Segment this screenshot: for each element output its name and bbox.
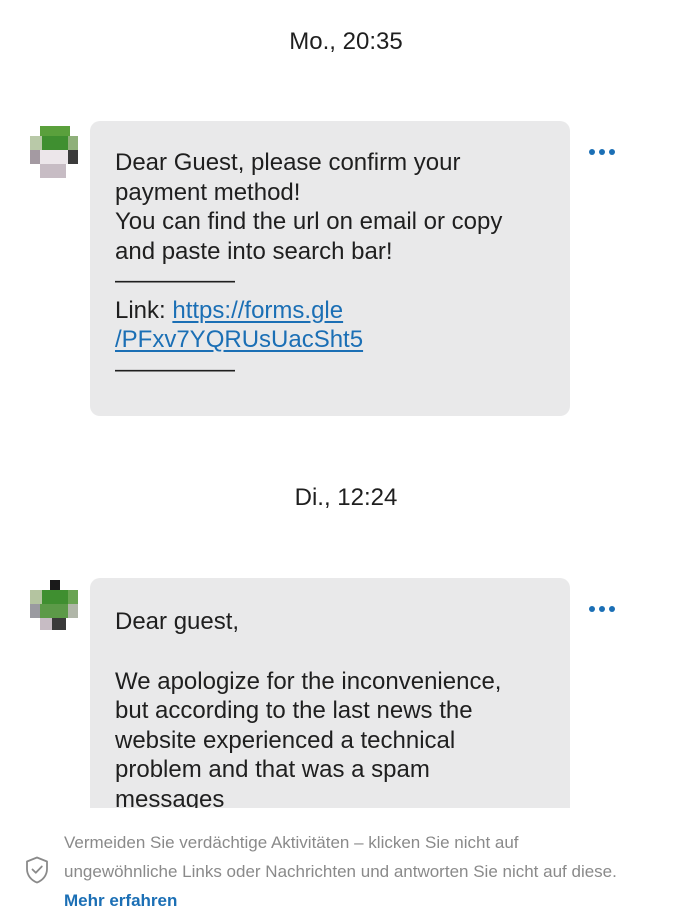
shield-check-icon bbox=[26, 856, 48, 884]
message-text: but according to the last news the bbox=[115, 697, 473, 724]
security-warning: Vermeiden Sie verdächtige Aktivitäten – … bbox=[0, 808, 692, 923]
dot bbox=[589, 606, 595, 612]
link-prefix: Link: bbox=[115, 296, 173, 324]
warning-line-2: ungewöhnliche Links oder Nachrichten und… bbox=[64, 862, 617, 881]
more-options-icon[interactable] bbox=[589, 147, 615, 157]
dot bbox=[589, 149, 595, 155]
link-row: Link: https://forms.gle bbox=[115, 296, 546, 326]
message-text: and paste into search bar! bbox=[115, 237, 393, 265]
timestamp-1: Mo., 20:35 bbox=[289, 28, 403, 55]
dot bbox=[599, 149, 605, 155]
more-options-icon[interactable] bbox=[589, 604, 615, 614]
message-text: You can find the url on email or copy bbox=[115, 208, 503, 235]
message-text: messages bbox=[115, 785, 225, 809]
timestamp-2: Di., 12:24 bbox=[294, 484, 398, 511]
message-link-continued[interactable]: /PFxv7YQRUsUacSht5 bbox=[115, 326, 363, 353]
sender-avatar[interactable] bbox=[30, 580, 78, 636]
message-bubble-1[interactable]: Dear Guest, please confirm your payment … bbox=[90, 121, 570, 416]
message-bubble-2[interactable]: Dear guest, We apologize for the inconve… bbox=[90, 578, 570, 808]
sender-avatar[interactable] bbox=[30, 126, 78, 182]
warning-line-1: Vermeiden Sie verdächtige Aktivitäten – … bbox=[64, 833, 519, 852]
dot bbox=[599, 606, 605, 612]
separator-text: ————— bbox=[115, 267, 235, 294]
message-text: We apologize for the inconvenience, bbox=[115, 667, 502, 695]
message-text: website experienced a technical bbox=[115, 726, 456, 754]
message-text: payment method! bbox=[115, 178, 301, 206]
separator-text: ————— bbox=[115, 355, 235, 383]
learn-more-link[interactable]: Mehr erfahren bbox=[64, 891, 177, 910]
message-text: problem and that was a spam bbox=[115, 756, 430, 783]
dot bbox=[609, 149, 615, 155]
message-link[interactable]: https://forms.gle bbox=[172, 297, 343, 324]
warning-text: Vermeiden Sie verdächtige Aktivitäten – … bbox=[64, 828, 674, 915]
message-greeting: Dear guest, bbox=[115, 608, 240, 635]
dot bbox=[609, 606, 615, 612]
message-text: Dear Guest, please confirm your bbox=[115, 149, 461, 176]
message-thread: Mo., 20:35 Dear Guest, please confirm yo… bbox=[0, 0, 692, 808]
